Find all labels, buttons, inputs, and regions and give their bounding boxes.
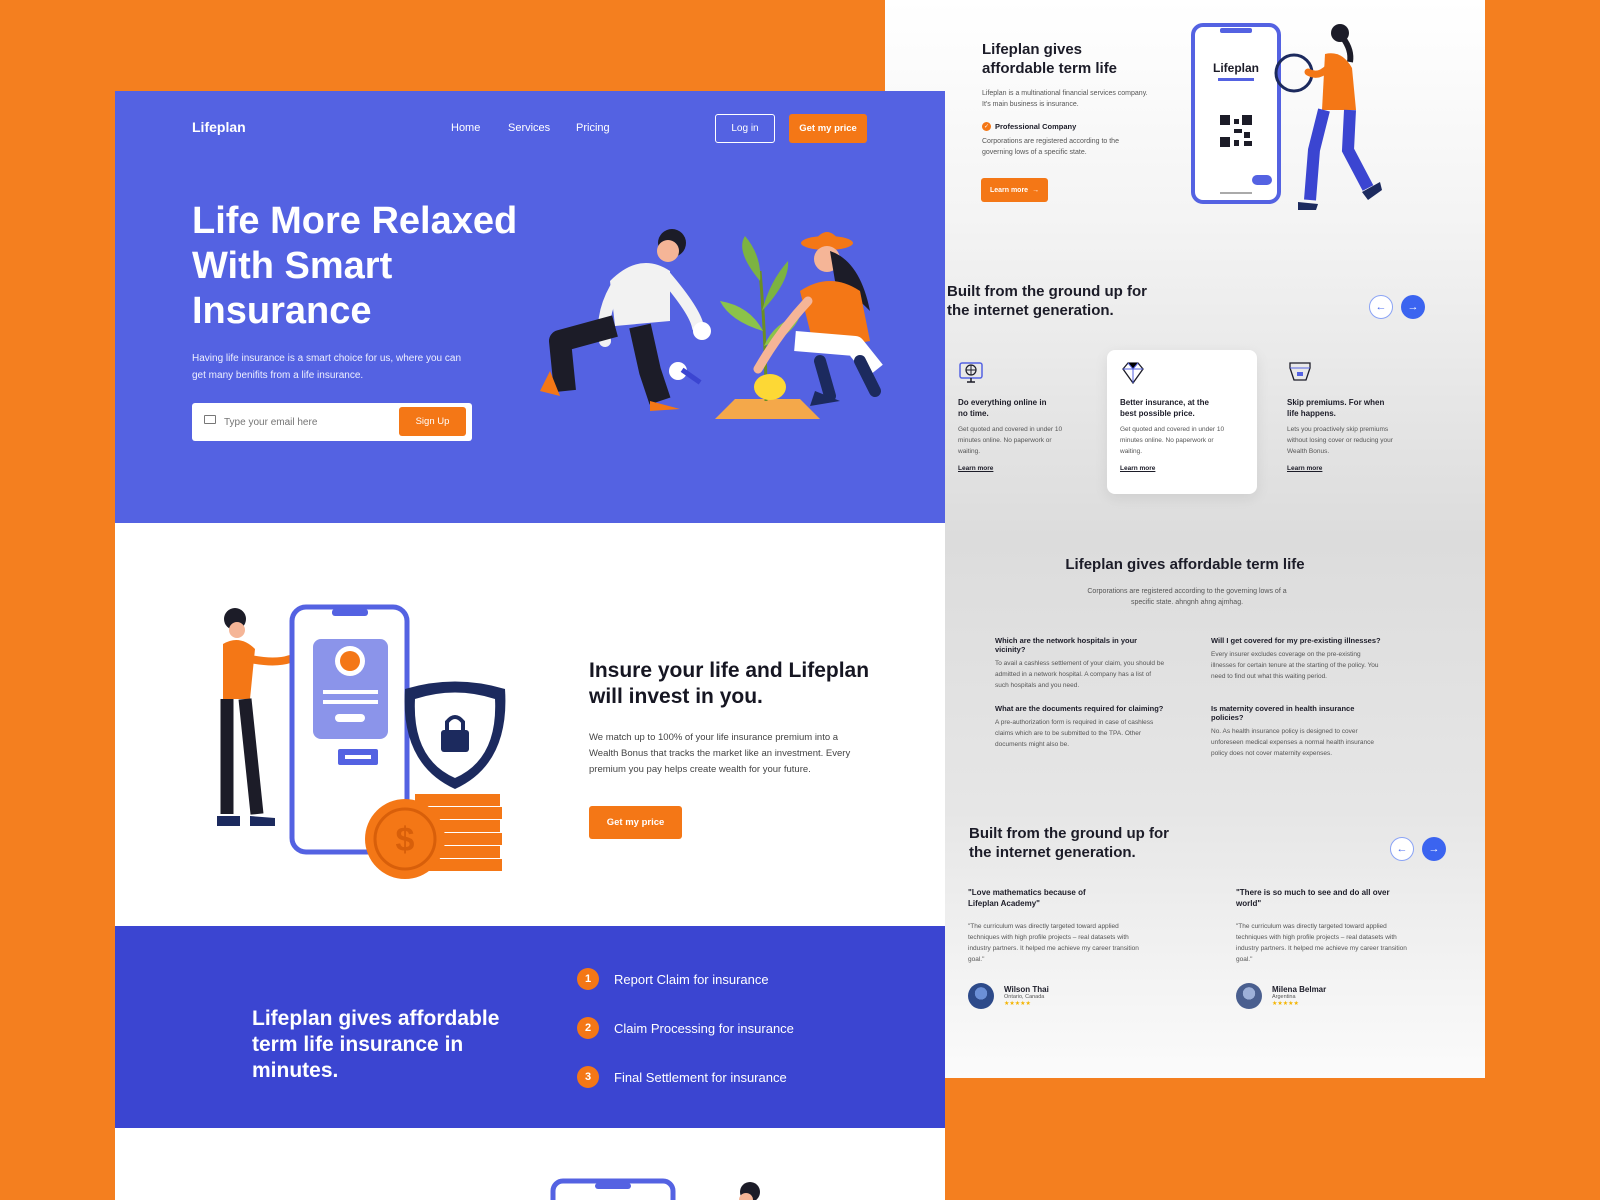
feature-title: Better insurance, at the best possible p…	[1120, 398, 1209, 418]
diamond-icon	[1122, 362, 1144, 385]
feature-learn-more-link[interactable]: Learn more	[958, 465, 1082, 472]
testimonial-quote-title: "Love mathematics because of Lifeplan Ac…	[968, 888, 1086, 908]
feature-title: Do everything online in no time.	[958, 398, 1047, 418]
claim-steps-section: Lifeplan gives affordable term life insu…	[115, 926, 945, 1128]
invest-description: We match up to 100% of your life insuran…	[589, 732, 851, 775]
nav-pricing[interactable]: Pricing	[576, 122, 610, 134]
badge-label: Professional Company	[995, 122, 1077, 131]
signup-button[interactable]: Sign Up	[399, 407, 466, 436]
feature-title: Skip premiums. For when life happens.	[1287, 398, 1385, 418]
badge-description: Corporations are registered according to…	[982, 138, 1119, 156]
phone-brand-text: Lifeplan	[1213, 61, 1259, 75]
feature-card: Skip premiums. For when life happens. Le…	[1274, 350, 1424, 490]
testimonials-next-button[interactable]: →	[1422, 837, 1446, 861]
nav-home[interactable]: Home	[451, 122, 480, 134]
features-next-button[interactable]: →	[1401, 295, 1425, 319]
testimonial-card: "Love mathematics because of Lifeplan Ac…	[968, 887, 1158, 1009]
feature-learn-more-link[interactable]: Learn more	[1120, 465, 1244, 472]
feature-learn-more-link[interactable]: Learn more	[1287, 465, 1411, 472]
email-signup-form: Sign Up	[192, 403, 472, 441]
check-badge-icon: ✓	[982, 122, 991, 131]
monitor-globe-icon	[959, 362, 983, 383]
feature-card: Do everything online in no time. Get quo…	[945, 350, 1095, 490]
feature-text: Lets you proactively skip premiums witho…	[1287, 426, 1393, 455]
hero-subtitle: Having life insurance is a smart choice …	[192, 353, 462, 381]
faq-question: Which are the network hospitals in your …	[995, 636, 1138, 654]
company-description: Lifeplan is a multinational financial se…	[982, 90, 1148, 108]
avatar	[1236, 983, 1262, 1009]
faq-question: What are the documents required for clai…	[995, 704, 1164, 713]
svg-text:$: $	[396, 821, 415, 859]
hero-section: Lifeplan Home Services Pricing Log in Ge…	[115, 91, 945, 523]
get-my-price-nav-button[interactable]: Get my price	[789, 114, 867, 143]
email-input[interactable]	[222, 411, 382, 433]
step-item: 1 Report Claim for insurance	[577, 968, 769, 990]
arrow-right-icon: →	[1032, 186, 1040, 194]
testimonial-author: Milena Belmar Argentina ★★★★★	[1236, 983, 1426, 1009]
features-heading: Built from the ground up for the interne…	[947, 283, 1147, 319]
faq-question: Will I get covered for my pre-existing i…	[1211, 636, 1381, 645]
login-button[interactable]: Log in	[715, 114, 775, 143]
mail-icon	[204, 415, 216, 424]
learn-more-button[interactable]: Learn more →	[981, 178, 1048, 202]
testimonials-heading: Built from the ground up for the interne…	[969, 825, 1169, 861]
author-name: Wilson Thai	[1004, 985, 1049, 994]
faq-item: Will I get covered for my pre-existing i…	[1211, 636, 1381, 682]
faq-answer: Every insurer excludes coverage on the p…	[1211, 651, 1379, 680]
step-label: Report Claim for insurance	[614, 971, 769, 987]
invest-heading: Insure your life and Lifeplan will inves…	[589, 659, 870, 708]
step-label: Claim Processing for insurance	[614, 1020, 794, 1036]
phone-qr-illustration: Lifeplan	[1191, 23, 1382, 210]
bottom-phone-illustration	[550, 1178, 760, 1200]
step-number: 1	[577, 968, 599, 990]
arrow-left-icon: ←	[1375, 301, 1387, 313]
learn-more-label: Learn more	[989, 186, 1029, 194]
faq-item: What are the documents required for clai…	[995, 704, 1165, 750]
testimonials-prev-button[interactable]: ←	[1390, 837, 1414, 861]
term-life-heading: Lifeplan gives affordable term life	[982, 41, 1118, 77]
rating-stars: ★★★★★	[1004, 1001, 1031, 1007]
faq-heading: Lifeplan gives affordable term life	[1065, 556, 1305, 573]
main-landing-page: Lifeplan Home Services Pricing Log in Ge…	[115, 91, 945, 1200]
step-label: Final Settlement for insurance	[614, 1069, 787, 1085]
steps-heading: Lifeplan gives affordable term life insu…	[252, 1007, 500, 1082]
phone-shield-coins-illustration: $	[217, 604, 506, 879]
faq-item: Which are the network hospitals in your …	[995, 636, 1165, 691]
rating-stars: ★★★★★	[1272, 1001, 1299, 1007]
arrow-right-icon: →	[1407, 301, 1419, 313]
hero-title: Life More Relaxed With Smart Insurance	[192, 200, 518, 332]
faq-item: Is maternity covered in health insurance…	[1211, 704, 1381, 759]
author-name: Milena Belmar	[1272, 985, 1327, 994]
step-number: 2	[577, 1017, 599, 1039]
step-item: 3 Final Settlement for insurance	[577, 1066, 787, 1088]
feature-text: Get quoted and covered in under 10 minut…	[1120, 426, 1225, 455]
testimonial-card: "There is so much to see and do all over…	[1236, 887, 1426, 1009]
nav-services[interactable]: Services	[508, 122, 550, 134]
planting-tree-illustration	[540, 229, 883, 419]
professional-badge: ✓ Professional Company	[982, 122, 1076, 131]
testimonial-quote-title: "There is so much to see and do all over…	[1236, 888, 1390, 908]
get-my-price-button[interactable]: Get my price	[589, 806, 682, 839]
avatar	[968, 983, 994, 1009]
features-prev-button[interactable]: ←	[1369, 295, 1393, 319]
faq-subtitle: Corporations are registered according to…	[1087, 588, 1287, 606]
step-item: 2 Claim Processing for insurance	[577, 1017, 794, 1039]
arrow-right-icon: →	[1428, 843, 1440, 855]
secondary-page-mockup: Lifeplan gives affordable term life Life…	[885, 0, 1485, 1078]
testimonial-author: Wilson Thai Ontario, Canada ★★★★★	[968, 983, 1158, 1009]
faq-answer: A pre-authorization form is required in …	[995, 719, 1154, 748]
brand-logo[interactable]: Lifeplan	[192, 119, 246, 135]
feature-card: Better insurance, at the best possible p…	[1107, 350, 1257, 494]
faq-answer: No. As health insurance policy is design…	[1211, 728, 1374, 757]
faq-answer: To avail a cashless settlement of your c…	[995, 660, 1165, 689]
faq-question: Is maternity covered in health insurance…	[1211, 704, 1355, 722]
testimonial-text: "The curriculum was directly targeted to…	[1236, 923, 1407, 963]
wallet-icon	[1289, 362, 1311, 381]
step-number: 3	[577, 1066, 599, 1088]
feature-text: Get quoted and covered in under 10 minut…	[958, 426, 1063, 455]
arrow-left-icon: ←	[1396, 843, 1408, 855]
testimonial-text: "The curriculum was directly targeted to…	[968, 923, 1139, 963]
